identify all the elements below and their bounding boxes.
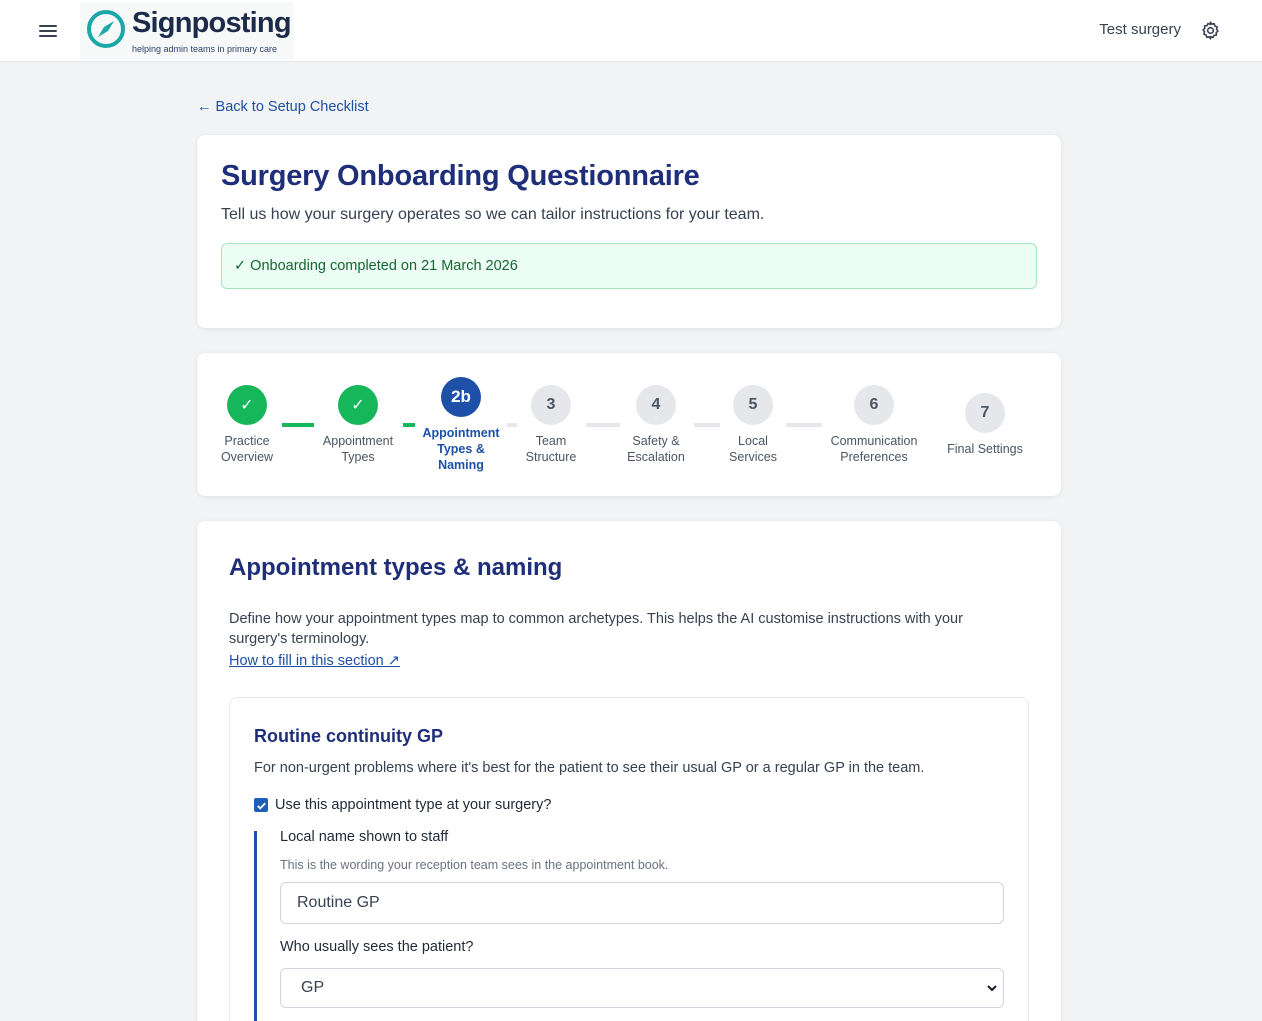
step-label: Safety & Escalation <box>627 434 685 464</box>
use-appointment-type-checkbox[interactable] <box>254 798 268 812</box>
top-bar: Signposting helping admin teams in prima… <box>0 0 1262 62</box>
who-sees-value: GP <box>301 979 325 996</box>
step-number: 3 <box>531 385 571 425</box>
hamburger-menu-icon[interactable] <box>36 19 60 43</box>
appointment-type-card: Routine continuity GP For non-urgent pro… <box>229 697 1029 1021</box>
step-label: Final Settings <box>947 442 1023 456</box>
step-number: 7 <box>965 393 1005 433</box>
page-title: Surgery Onboarding Questionnaire <box>221 160 700 192</box>
local-name-input[interactable] <box>280 882 1004 924</box>
step-label: Local Services <box>729 434 777 464</box>
step-number: 5 <box>733 385 773 425</box>
step-connector <box>786 423 822 427</box>
use-appointment-type-label: Use this appointment type at your surger… <box>275 797 552 813</box>
step-label: Appointment Types & Naming <box>422 426 500 472</box>
check-icon: ✓ <box>338 385 378 425</box>
check-icon: ✓ <box>227 385 267 425</box>
step-connector <box>586 423 620 427</box>
completion-status-text: ✓ Onboarding completed on 21 March 2026 <box>234 258 518 274</box>
section-description: Define how your appointment types map to… <box>229 611 963 647</box>
use-appointment-type-row[interactable]: Use this appointment type at your surger… <box>254 796 551 814</box>
appointment-type-title: Routine continuity GP <box>254 726 443 746</box>
step-number: 6 <box>854 385 894 425</box>
step-label: Team Structure <box>525 434 577 464</box>
logo-tagline: helping admin teams in primary care <box>132 44 278 54</box>
step-label: Practice Overview <box>220 434 274 464</box>
help-link[interactable]: How to fill in this section ↗ <box>229 653 400 669</box>
who-sees-select[interactable]: GP <box>280 968 1004 1008</box>
chevron-down-icon <box>987 985 997 992</box>
logo[interactable]: Signposting helping admin teams in prima… <box>80 2 294 60</box>
who-sees-label: Who usually sees the patient? <box>280 939 474 955</box>
surgery-name[interactable]: Test surgery <box>1099 21 1181 38</box>
checkmark-icon <box>256 802 266 810</box>
appointment-types-section: Appointment types & naming Define how yo… <box>197 521 1061 1021</box>
page-subtitle: Tell us how your surgery operates so we … <box>221 206 765 223</box>
logo-title: Signposting <box>132 7 292 39</box>
step-connector <box>694 423 720 427</box>
completion-banner: ✓ Onboarding completed on 21 March 2026 <box>221 243 1037 289</box>
step-number: 4 <box>636 385 676 425</box>
section-title: Appointment types & naming <box>229 554 563 581</box>
back-to-checklist-link[interactable]: ← Back to Setup Checklist <box>197 99 369 115</box>
progress-stepper: ✓ Practice Overview ✓ Appointment Types … <box>197 353 1061 496</box>
step-label: Communication Preferences <box>830 434 918 464</box>
local-name-label: Local name shown to staff <box>280 829 449 845</box>
appointment-type-description: For non-urgent problems where it's best … <box>254 760 925 776</box>
gear-icon[interactable] <box>1200 20 1221 41</box>
local-name-help: This is the wording your reception team … <box>280 858 669 872</box>
compass-icon <box>87 10 125 48</box>
appointment-type-details: Local name shown to staff This is the wo… <box>254 829 1004 1021</box>
step-connector <box>282 423 314 427</box>
questionnaire-header-card: Surgery Onboarding Questionnaire Tell us… <box>197 135 1061 328</box>
step-number: 2b <box>441 377 481 417</box>
step-label: Appointment Types <box>322 434 394 464</box>
